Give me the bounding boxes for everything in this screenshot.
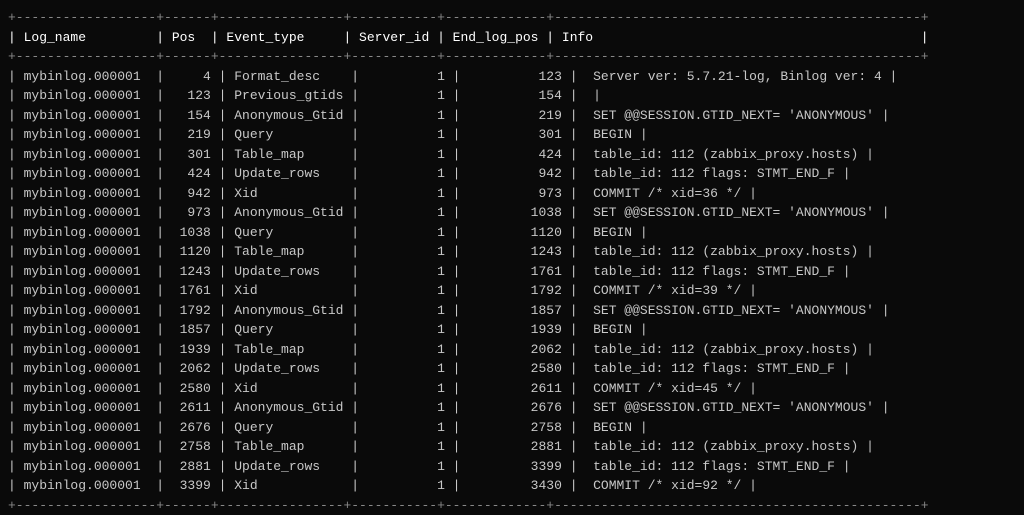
table-row: | mybinlog.000001 | 1038 | Query | 1 | 1… xyxy=(0,223,1024,243)
terminal-window: +------------------+------+-------------… xyxy=(0,0,1024,515)
table-row: | mybinlog.000001 | 2758 | Table_map | 1… xyxy=(0,437,1024,457)
table-row: | mybinlog.000001 | 1792 | Anonymous_Gti… xyxy=(0,301,1024,321)
table-row: | mybinlog.000001 | 301 | Table_map | 1 … xyxy=(0,145,1024,165)
table-row: | mybinlog.000001 | 2611 | Anonymous_Gti… xyxy=(0,398,1024,418)
table-row: | mybinlog.000001 | 154 | Anonymous_Gtid… xyxy=(0,106,1024,126)
table-header-row: | Log_name | Pos | Event_type | Server_i… xyxy=(0,28,1024,48)
table-row: | mybinlog.000001 | 2676 | Query | 1 | 2… xyxy=(0,418,1024,438)
table-row: | mybinlog.000001 | 1857 | Query | 1 | 1… xyxy=(0,320,1024,340)
command-line xyxy=(0,0,1024,8)
table-row: | mybinlog.000001 | 424 | Update_rows | … xyxy=(0,164,1024,184)
table-row: | mybinlog.000001 | 1939 | Table_map | 1… xyxy=(0,340,1024,360)
table-row: | mybinlog.000001 | 123 | Previous_gtids… xyxy=(0,86,1024,106)
table-row: | mybinlog.000001 | 973 | Anonymous_Gtid… xyxy=(0,203,1024,223)
table-row: | mybinlog.000001 | 1761 | Xid | 1 | 179… xyxy=(0,281,1024,301)
separator-line: +------------------+------+-------------… xyxy=(0,47,1024,67)
table-row: | mybinlog.000001 | 1243 | Update_rows |… xyxy=(0,262,1024,282)
separator-line: +------------------+------+-------------… xyxy=(0,496,1024,515)
separator-line: +------------------+------+-------------… xyxy=(0,8,1024,28)
table-row: | mybinlog.000001 | 3399 | Xid | 1 | 343… xyxy=(0,476,1024,496)
table-row: | mybinlog.000001 | 4 | Format_desc | 1 … xyxy=(0,67,1024,87)
table-row: | mybinlog.000001 | 219 | Query | 1 | 30… xyxy=(0,125,1024,145)
table-row: | mybinlog.000001 | 942 | Xid | 1 | 973 … xyxy=(0,184,1024,204)
table-output: +------------------+------+-------------… xyxy=(0,8,1024,515)
table-row: | mybinlog.000001 | 2062 | Update_rows |… xyxy=(0,359,1024,379)
table-row: | mybinlog.000001 | 1120 | Table_map | 1… xyxy=(0,242,1024,262)
table-row: | mybinlog.000001 | 2881 | Update_rows |… xyxy=(0,457,1024,477)
table-row: | mybinlog.000001 | 2580 | Xid | 1 | 261… xyxy=(0,379,1024,399)
